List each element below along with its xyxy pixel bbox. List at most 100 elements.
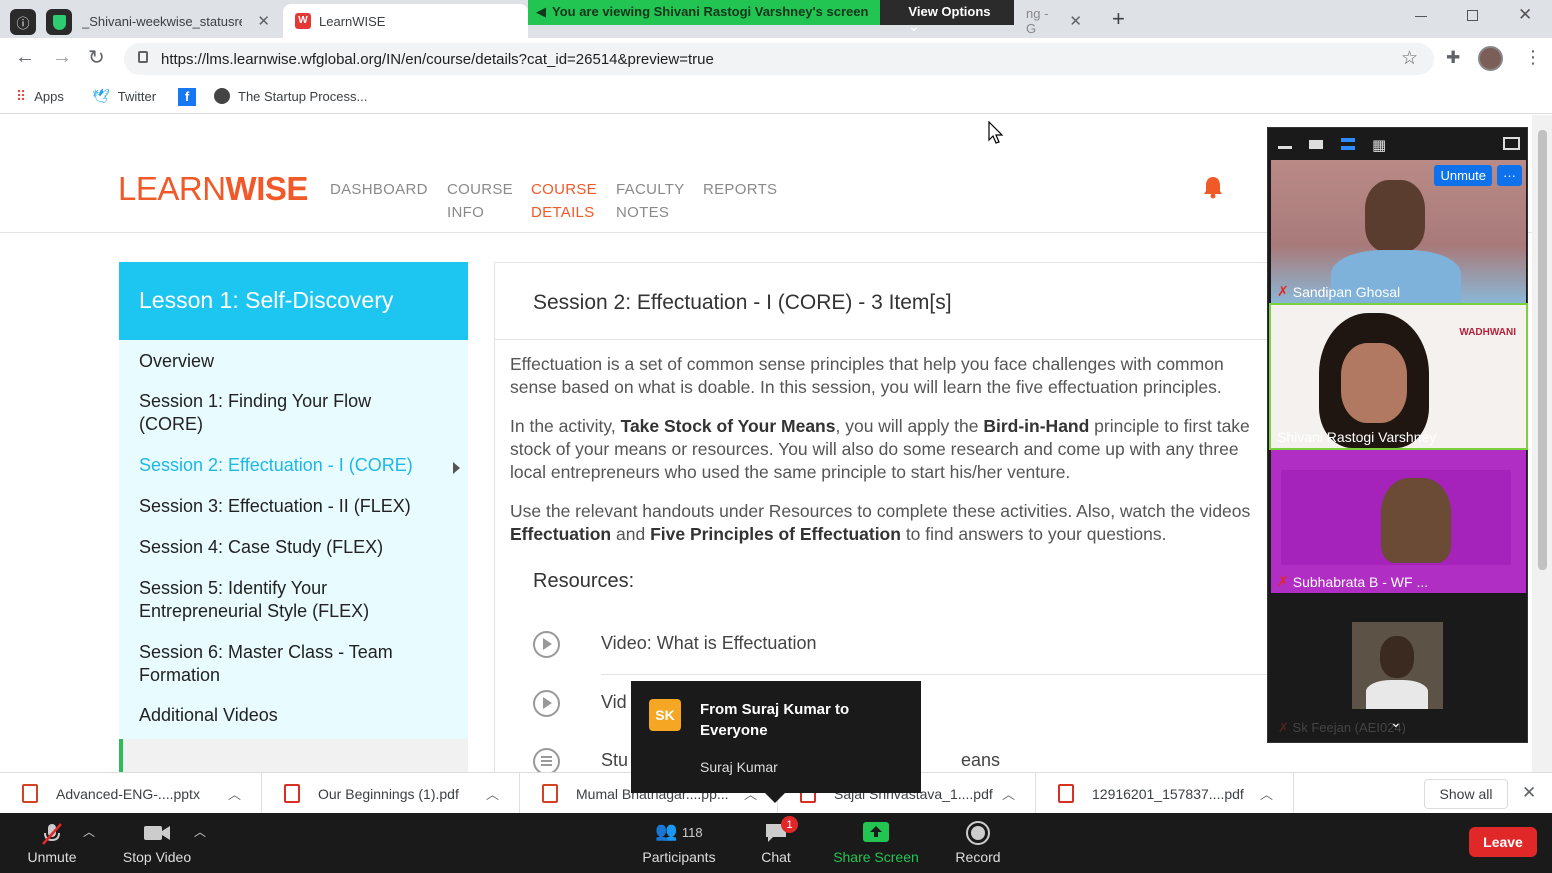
record-button[interactable]: Record <box>948 813 1008 873</box>
chevron-down-icon[interactable]: ⌄ <box>1390 714 1402 731</box>
download-item[interactable]: 12916201_157837....pdf ︿ <box>1036 773 1294 814</box>
view-options-button[interactable]: View Options ⌄ <box>880 0 1015 34</box>
unmute-participant-button[interactable]: Unmute <box>1434 165 1492 186</box>
play-icon <box>533 631 560 658</box>
close-tab-icon[interactable]: ✕ <box>1059 12 1092 30</box>
unmute-button[interactable]: Unmute <box>14 813 90 873</box>
para-text: Use the relevant handouts under Resource… <box>510 501 1251 521</box>
twitter-icon: 🕊 <box>92 88 110 104</box>
audio-options-chevron-icon[interactable]: ︿ <box>83 823 95 840</box>
tab-learnwise[interactable]: W LearnWISE <box>283 4 528 38</box>
nav-reports[interactable]: REPORTS <box>703 178 777 201</box>
para-text: to find answers to your questions. <box>900 524 1167 544</box>
speaker-view-icon[interactable] <box>1309 140 1323 149</box>
browser-menu-icon[interactable]: ⋮ <box>1524 47 1542 68</box>
video-tile[interactable] <box>1352 622 1443 709</box>
view-options-label: View Options <box>908 4 991 19</box>
notification-bell-icon[interactable] <box>1203 175 1223 199</box>
pptx-file-icon <box>542 784 558 803</box>
nav-label: COURSE <box>447 181 513 198</box>
chat-unread-badge: 1 <box>781 816 798 833</box>
new-tab-button[interactable]: + <box>1112 6 1125 32</box>
nav-course-details[interactable]: COURSE DETAILS <box>531 178 597 224</box>
download-filename: Our Beginnings (1).pdf <box>318 785 459 802</box>
session-instructions: Use the relevant handouts under Resource… <box>510 500 1270 546</box>
participant-name: ✗ Sk Feejan (AEI024) <box>1278 720 1406 736</box>
bookmark-twitter[interactable]: 🕊 Twitter <box>92 88 156 105</box>
lesson-item-session-1[interactable]: Session 1: Finding Your Flow (CORE) <box>139 390 399 436</box>
reload-icon[interactable]: ↻ <box>88 45 105 70</box>
viewing-notice: ◀ You are viewing Shivani Rastogi Varshn… <box>528 0 881 25</box>
address-bar: ← → ↻ https://lms.learnwise.wfglobal.org… <box>0 38 1552 80</box>
restore-window-icon[interactable] <box>1467 10 1478 21</box>
url-field[interactable]: https://lms.learnwise.wfglobal.org/IN/en… <box>124 43 1434 75</box>
nav-dashboard[interactable]: DASHBOARD <box>330 178 428 201</box>
share-screen-button[interactable]: Share Screen <box>832 813 920 873</box>
bookmark-label: Apps <box>34 89 64 104</box>
startup-site-icon <box>214 88 230 104</box>
learnwise-logo[interactable]: LEARNWISE <box>118 170 308 208</box>
muted-mic-icon <box>42 823 62 845</box>
chevron-up-icon[interactable]: ︿ <box>1260 784 1273 803</box>
lesson-item-overview[interactable]: Overview <box>139 350 214 373</box>
forward-icon[interactable]: → <box>52 46 72 69</box>
close-window-icon[interactable]: ✕ <box>1518 5 1532 25</box>
stop-video-button[interactable]: Stop Video <box>112 813 202 873</box>
muted-mic-icon: ✗ <box>1277 573 1289 589</box>
video-tile[interactable]: Unmute ··· ✗ Sandipan Ghosal <box>1271 160 1526 303</box>
video-tile[interactable]: ✗ Subhabrata B - WF ... <box>1271 450 1526 593</box>
document-icon <box>533 748 560 772</box>
bookmark-star-icon[interactable]: ☆ <box>1401 47 1418 70</box>
video-options-chevron-icon[interactable]: ︿ <box>194 823 206 840</box>
back-icon[interactable]: ← <box>15 46 35 69</box>
lesson-title[interactable]: Lesson 1: Self-Discovery <box>119 262 468 340</box>
toolbar-label: Participants <box>642 849 716 865</box>
gallery-view-icon[interactable]: ▦ <box>1372 136 1386 154</box>
next-lesson-header[interactable] <box>119 739 468 772</box>
bookmark-facebook[interactable]: f <box>178 88 196 106</box>
nav-label: NOTES <box>616 204 670 221</box>
tab-status-report[interactable]: _Shivani-weekwise_statusrep ✕ <box>74 4 280 38</box>
para-bold: Bird-in-Hand <box>983 416 1090 436</box>
lesson-item-session-6[interactable]: Session 6: Master Class - Team Formation <box>139 641 409 687</box>
para-text: and <box>611 524 651 544</box>
show-all-downloads-button[interactable]: Show all <box>1424 779 1508 809</box>
lesson-item-additional-videos[interactable]: Additional Videos <box>139 704 278 727</box>
download-item[interactable]: Advanced-ENG-....pptx ︿ <box>0 773 262 814</box>
lesson-item-session-2[interactable]: Session 2: Effectuation - I (CORE) <box>139 454 413 477</box>
close-downloads-icon[interactable]: ✕ <box>1522 783 1536 803</box>
lesson-item-session-3[interactable]: Session 3: Effectuation - II (FLEX) <box>139 495 411 518</box>
nav-faculty-notes[interactable]: FACULTY NOTES <box>616 178 685 224</box>
video-tile-active-speaker[interactable]: WADHWANI Shivani Rastogi Varshney <box>1269 303 1528 450</box>
leave-meeting-button[interactable]: Leave <box>1469 827 1537 857</box>
strip-view-icon[interactable] <box>1341 138 1355 150</box>
participant-name-text: Sk Feejan (AEI024) <box>1292 720 1406 735</box>
nav-course-info[interactable]: COURSE INFO <box>447 178 513 224</box>
participant-video <box>1365 180 1425 252</box>
chevron-up-icon[interactable]: ︿ <box>486 784 499 803</box>
chevron-up-icon[interactable]: ︿ <box>1002 784 1015 803</box>
participants-icon: 👥 118 <box>655 821 703 841</box>
participants-button[interactable]: 👥 118 Participants <box>640 813 718 873</box>
lesson-item-session-5[interactable]: Session 5: Identify Your Entrepreneurial… <box>139 577 399 623</box>
more-options-button[interactable]: ··· <box>1497 165 1522 186</box>
page-scrollbar[interactable] <box>1532 115 1552 772</box>
scroll-thumb[interactable] <box>1538 130 1547 570</box>
lesson-item-session-4[interactable]: Session 4: Case Study (FLEX) <box>139 536 383 559</box>
minimize-window-icon[interactable] <box>1415 16 1427 17</box>
extensions-puzzle-icon[interactable]: ✚ <box>1446 48 1460 68</box>
shield-extension-icon[interactable] <box>46 9 72 35</box>
exit-floating-icon[interactable] <box>1503 137 1520 150</box>
bookmark-apps[interactable]: ⠿ Apps <box>16 88 64 105</box>
pdf-file-icon <box>1058 784 1074 803</box>
avatar[interactable] <box>1478 46 1503 71</box>
chat-notification[interactable]: SK From Suraj Kumar to Everyone Suraj Ku… <box>631 681 921 803</box>
chevron-up-icon[interactable]: ︿ <box>228 784 241 803</box>
profile-icon[interactable]: ⓘ <box>10 9 36 35</box>
close-tab-icon[interactable]: ✕ <box>247 12 280 30</box>
tab-other[interactable]: ng - G ✕ <box>1022 4 1092 38</box>
bookmarks-bar: ⠿ Apps 🕊 Twitter f The Startup Process..… <box>0 80 1552 114</box>
bookmark-startup-process[interactable]: The Startup Process... <box>214 88 367 104</box>
download-item[interactable]: Our Beginnings (1).pdf ︿ <box>262 773 520 814</box>
minimize-video-icon[interactable] <box>1278 146 1292 149</box>
